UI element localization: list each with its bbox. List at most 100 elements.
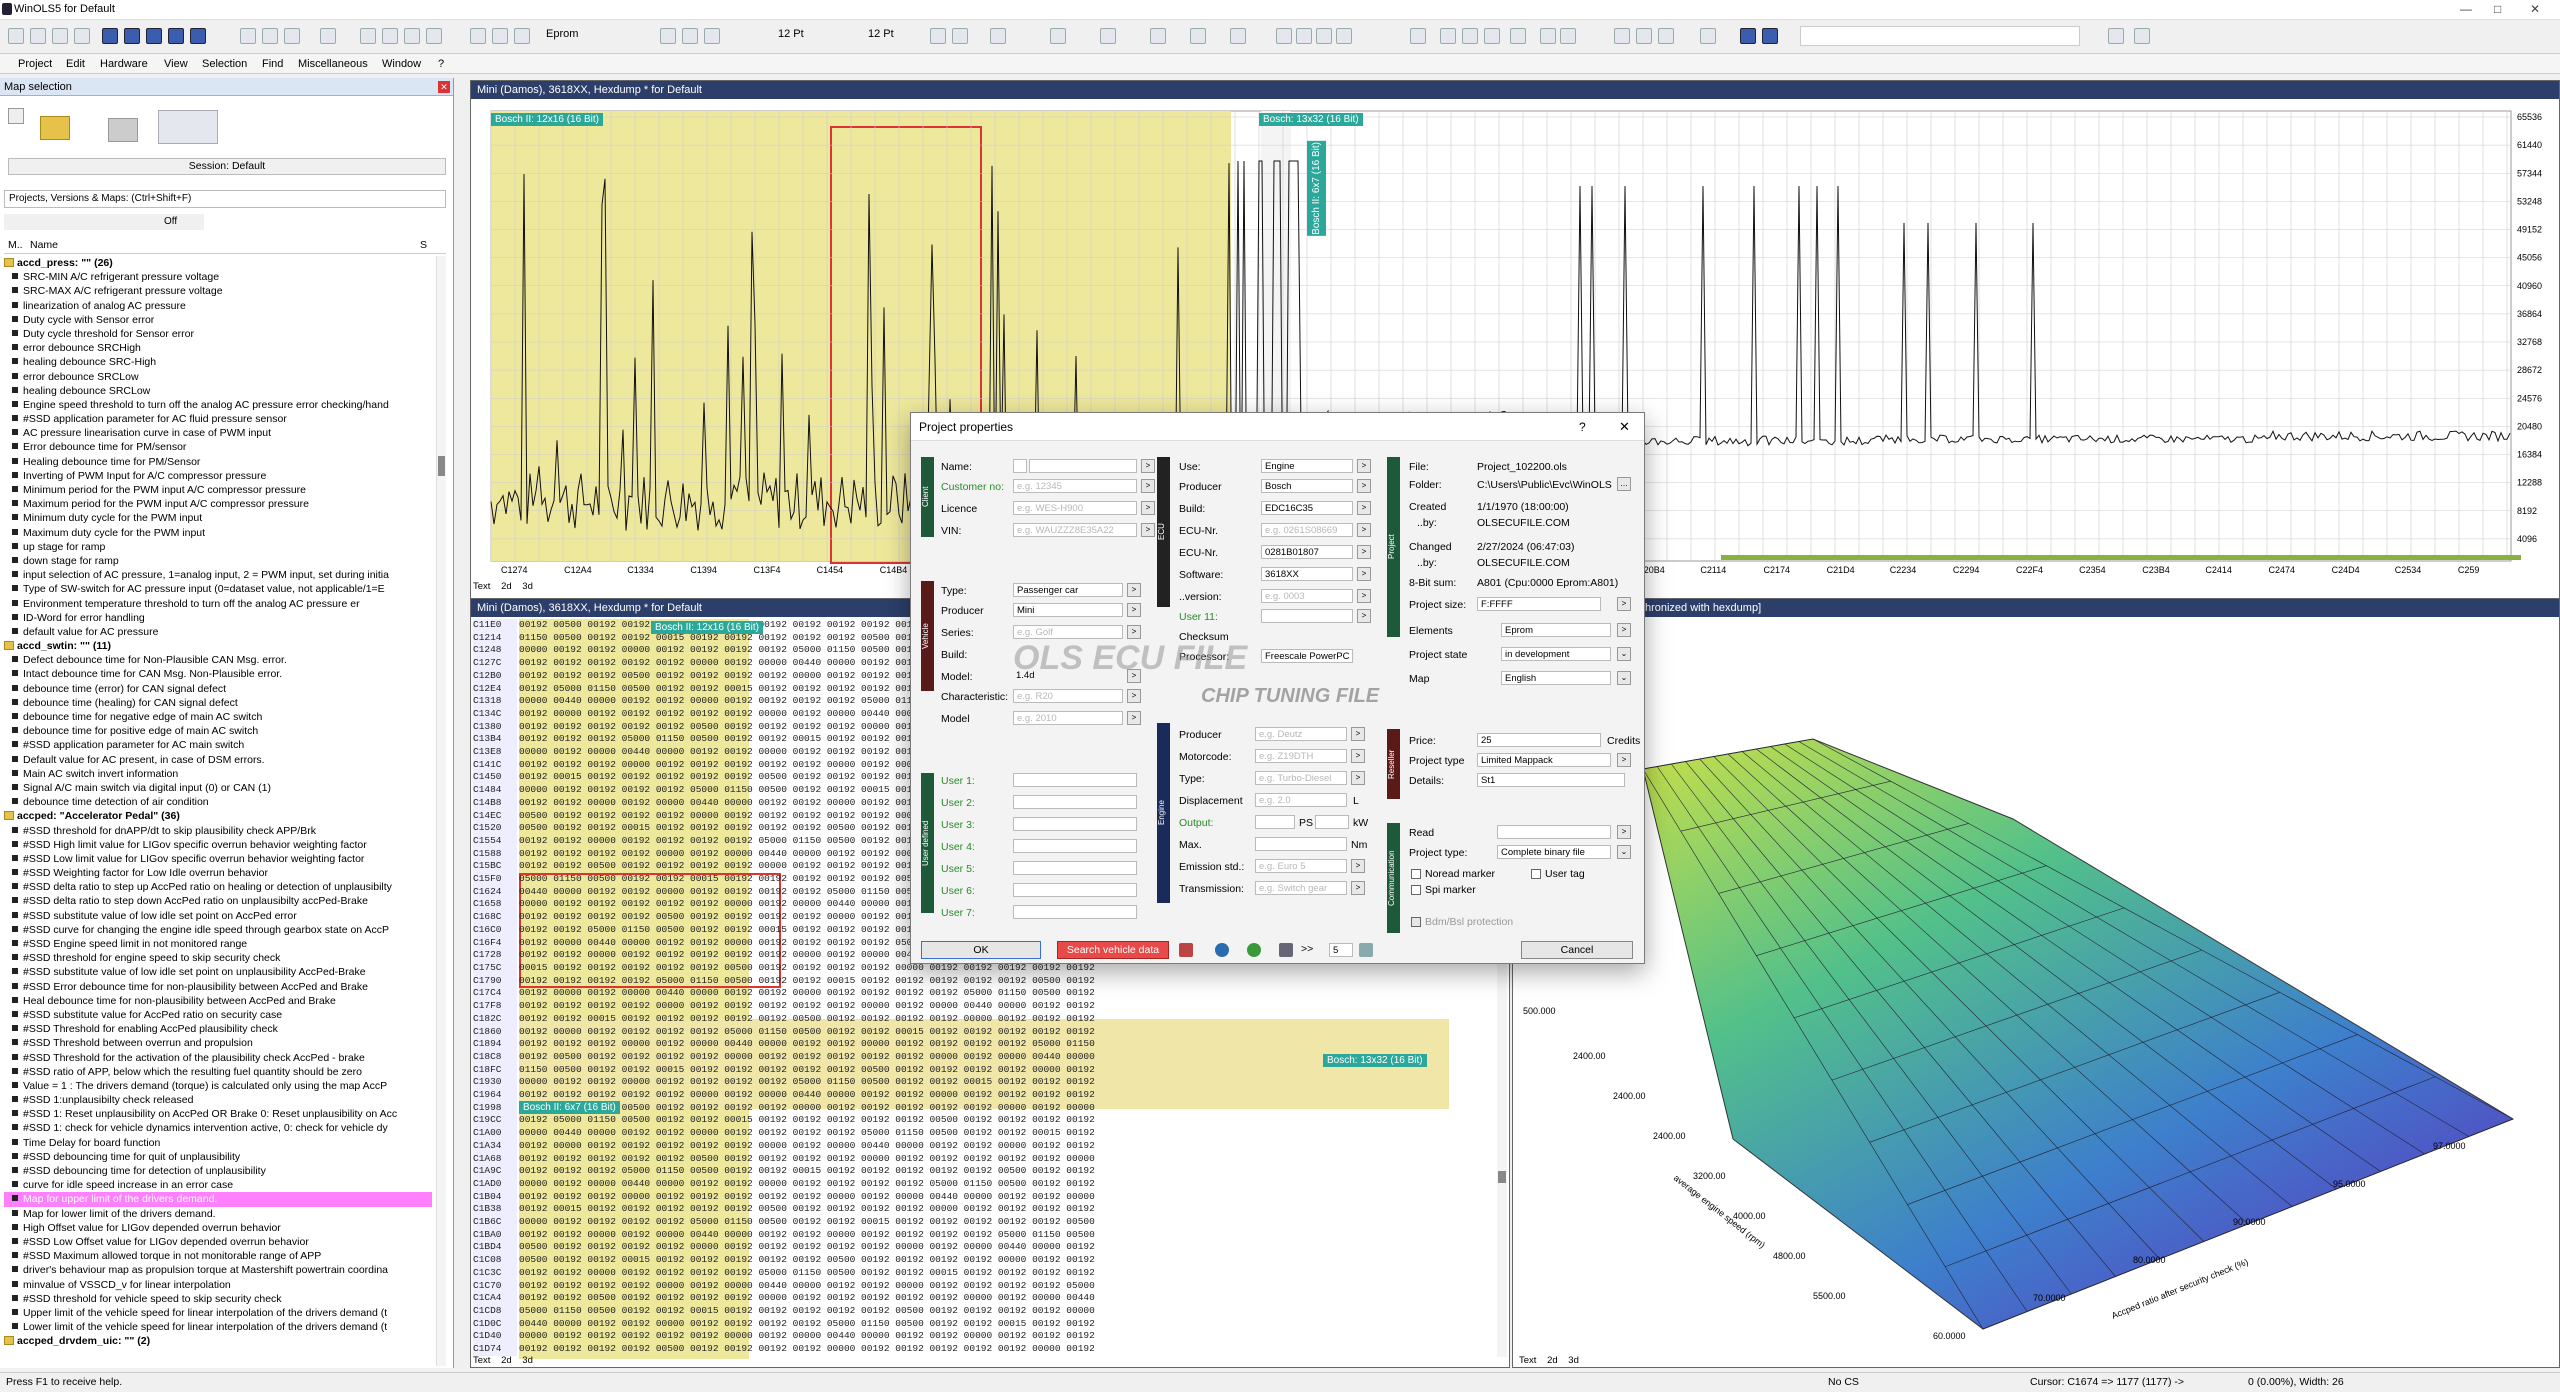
emission-arrow[interactable]: > — [1351, 859, 1365, 873]
window4-icon[interactable] — [1510, 28, 1526, 44]
map-list-item[interactable]: Minimum duty cycle for the PWM input — [4, 511, 432, 525]
map-list-item[interactable]: up stage for ramp — [4, 540, 432, 554]
user-field-input[interactable] — [1013, 839, 1137, 853]
map-list-item[interactable]: Maximum period for the PWM input A/C com… — [4, 497, 432, 511]
font-size-2[interactable]: 12 Pt — [868, 28, 894, 40]
map-list-item[interactable]: Engine speed threshold to turn off the a… — [4, 398, 432, 412]
map-list-item[interactable]: debounce time (error) for CAN signal def… — [4, 682, 432, 696]
elements-field[interactable]: Eprom — [1501, 623, 1611, 637]
open-folder-icon[interactable] — [40, 116, 70, 140]
map-list-item[interactable]: Time Delay for board function — [4, 1136, 432, 1150]
more-icon[interactable]: >> — [1301, 943, 1313, 955]
sync-icon[interactable] — [1740, 28, 1756, 44]
etype-arrow[interactable]: > — [1351, 771, 1365, 785]
ok-button[interactable]: OK — [921, 941, 1041, 959]
map-group[interactable]: accd_press: "" (26) — [4, 256, 432, 270]
nav-right-icon[interactable] — [2134, 28, 2150, 44]
import-icon[interactable] — [1179, 943, 1193, 957]
map-list-item[interactable]: #SSD curve for changing the engine idle … — [4, 923, 432, 937]
menu-miscellaneous[interactable]: Miscellaneous — [298, 58, 368, 70]
tab-3d[interactable]: 3d — [1568, 1355, 1579, 1366]
ecunr-field[interactable]: e.g. 0261S08669 — [1261, 523, 1353, 537]
font-size-1[interactable]: 12 Pt — [778, 28, 804, 40]
color-wheel-icon[interactable] — [1247, 943, 1261, 957]
help-icon[interactable] — [682, 28, 698, 44]
hi-lo-icon[interactable] — [1150, 28, 1166, 44]
map-list-item[interactable]: Lower limit of the vehicle speed for lin… — [4, 1320, 432, 1334]
map-list-item[interactable]: Healing debounce time for PM/Sensor — [4, 455, 432, 469]
map-list-item[interactable]: Environment temperature threshold to tur… — [4, 597, 432, 611]
user-field-input[interactable] — [1013, 861, 1137, 875]
map-list-item[interactable]: input selection of AC pressure, 1=analog… — [4, 568, 432, 582]
size-field[interactable]: F:FFFF — [1477, 597, 1601, 611]
ecu-producer-field[interactable]: Bosch — [1261, 479, 1353, 493]
pane-close-icon[interactable]: ✕ — [438, 81, 450, 93]
user-field-input[interactable] — [1013, 883, 1137, 897]
menu-help[interactable]: ? — [438, 58, 444, 70]
characteristic-field[interactable]: e.g. R20 — [1013, 689, 1123, 703]
ptype-arrow[interactable]: > — [1617, 753, 1631, 767]
map-list-item[interactable]: #SSD debouncing time for detection of un… — [4, 1164, 432, 1178]
ecunr-arrow[interactable]: > — [1357, 523, 1371, 537]
new-project-icon[interactable] — [8, 108, 24, 124]
tab-2d[interactable]: 2d — [1547, 1355, 1558, 1366]
bookmark3-icon[interactable] — [1658, 28, 1674, 44]
nav-left-icon[interactable] — [2108, 28, 2124, 44]
map-label-1[interactable]: Bosch II: 12x16 (16 Bit) — [491, 113, 603, 126]
state-select[interactable]: in development — [1501, 647, 1611, 661]
map-list-item[interactable]: Duty cycle with Sensor error — [4, 313, 432, 327]
map-list-item[interactable]: #SSD application parameter for AC fluid … — [4, 412, 432, 426]
ecunr2-field[interactable]: 0281B01807 — [1261, 545, 1353, 559]
map-list-item[interactable]: Upper limit of the vehicle speed for lin… — [4, 1306, 432, 1320]
share-icon[interactable] — [1279, 943, 1293, 957]
last-icon[interactable] — [190, 28, 206, 44]
map-label-2[interactable]: Bosch: 13x32 (16 Bit) — [1259, 113, 1363, 126]
output-kw-field[interactable] — [1315, 815, 1349, 829]
name-pick-button[interactable] — [1013, 459, 1027, 473]
vproducer-arrow[interactable]: > — [1127, 603, 1141, 617]
color-icon[interactable] — [1410, 28, 1426, 44]
filter-combo[interactable]: Projects, Versions & Maps: (Ctrl+Shift+F… — [4, 190, 446, 208]
map-list-item[interactable]: Type of SW-switch for AC pressure input … — [4, 582, 432, 596]
map-label-3[interactable]: Bosch II: 6x7 (16 Bit) — [1307, 141, 1326, 236]
ecu-build-arrow[interactable]: > — [1357, 501, 1371, 515]
map-list-item[interactable]: #SSD substitute value of low idle set po… — [4, 965, 432, 979]
copy-icon[interactable] — [262, 28, 278, 44]
hex-label-2[interactable]: Bosch II: 6x7 (16 Bit) — [519, 1101, 620, 1114]
tab-text[interactable]: Text — [473, 581, 490, 592]
transmission-arrow[interactable]: > — [1351, 881, 1365, 895]
map-group[interactable]: accped: "Accelerator Pedal" (36) — [4, 809, 432, 823]
map-list-item[interactable]: #SSD Low limit value for LIGov specific … — [4, 852, 432, 866]
model2-field[interactable]: e.g. 2010 — [1013, 711, 1123, 725]
save-icon[interactable] — [52, 28, 68, 44]
map-list-item[interactable]: default value for AC pressure — [4, 625, 432, 639]
view-2d-icon[interactable] — [492, 28, 508, 44]
max-field[interactable] — [1255, 837, 1347, 851]
map-list-item[interactable]: #SSD threshold for engine speed to skip … — [4, 951, 432, 965]
map-list-item[interactable]: #SSD Weighting factor for Low Idle overr… — [4, 866, 432, 880]
window6-icon[interactable] — [1560, 28, 1576, 44]
first-icon[interactable] — [102, 28, 118, 44]
map-list-item[interactable]: #SSD substitute value of low idle set po… — [4, 909, 432, 923]
map-list-item[interactable]: #SSD debouncing time for quit of unplaus… — [4, 1150, 432, 1164]
plugin-icon[interactable] — [1700, 28, 1716, 44]
map-list-item[interactable]: debounce time for positive edge of main … — [4, 724, 432, 738]
search-combo[interactable] — [1800, 26, 2080, 46]
map-group[interactable]: accd_swtin: "" (11) — [4, 639, 432, 653]
menu-view[interactable]: View — [164, 58, 188, 70]
menu-project[interactable]: Project — [18, 58, 52, 70]
noread-checkbox[interactable] — [1411, 869, 1421, 879]
font-icon[interactable] — [1296, 28, 1312, 44]
price-field[interactable]: 25 — [1477, 733, 1601, 747]
map-list-item[interactable]: #SSD Error debounce time for non-plausib… — [4, 980, 432, 994]
bookmark2-icon[interactable] — [1636, 28, 1652, 44]
output-ps-field[interactable] — [1255, 815, 1295, 829]
menu-window[interactable]: Window — [382, 58, 421, 70]
map-list-item[interactable]: healing debounce SRC-High — [4, 355, 432, 369]
displacement-field[interactable]: e.g. 2.0 — [1255, 793, 1347, 807]
attach-icon[interactable] — [1359, 943, 1373, 957]
new-file-icon[interactable] — [8, 28, 24, 44]
dialog-close-icon[interactable]: ✕ — [1619, 419, 1630, 435]
user-field-input[interactable] — [1013, 795, 1137, 809]
view-3d-icon[interactable] — [514, 28, 530, 44]
